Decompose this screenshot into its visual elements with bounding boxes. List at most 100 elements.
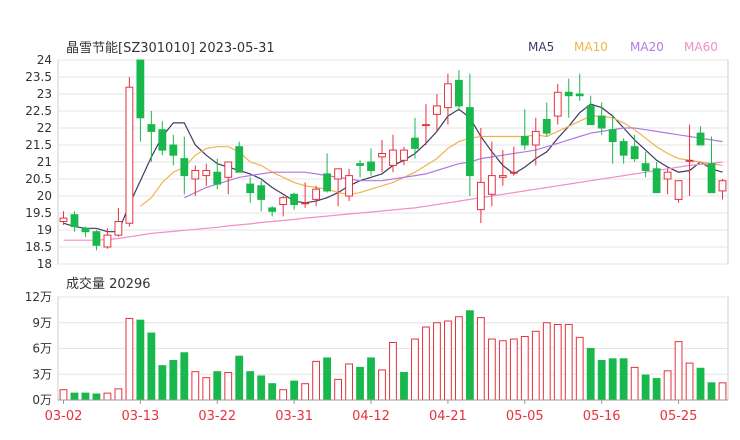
candle-body bbox=[707, 163, 716, 194]
candle-body bbox=[663, 171, 672, 180]
candle-body bbox=[422, 124, 430, 127]
candle bbox=[356, 160, 364, 178]
candle bbox=[444, 73, 452, 125]
candle-body bbox=[59, 217, 68, 223]
volume-tick-label: 6万 bbox=[32, 342, 52, 356]
chart-title: 晶雪节能[SZ301010] 2023-05-31 bbox=[66, 41, 275, 56]
candle bbox=[575, 73, 584, 101]
volume-bar bbox=[685, 362, 694, 401]
candle bbox=[476, 128, 485, 224]
candle-body bbox=[169, 144, 178, 156]
volume-bar bbox=[608, 358, 617, 401]
volume-bar bbox=[378, 369, 386, 401]
volume-bar bbox=[674, 341, 683, 401]
candle bbox=[136, 59, 145, 142]
candle bbox=[696, 126, 705, 146]
candle-body bbox=[136, 59, 145, 119]
candle-body bbox=[81, 227, 90, 233]
candle bbox=[630, 134, 639, 162]
volume-bar bbox=[125, 317, 134, 401]
volume-bar bbox=[323, 357, 332, 401]
volume-bar bbox=[433, 322, 441, 401]
candle bbox=[433, 94, 441, 132]
volume-bar bbox=[422, 326, 430, 401]
volume-bar bbox=[92, 393, 101, 401]
volume-bar bbox=[465, 310, 474, 401]
candle bbox=[312, 185, 321, 207]
candle bbox=[345, 168, 353, 202]
volume-bar bbox=[136, 319, 145, 401]
price-tick-label: 22.5 bbox=[25, 104, 52, 118]
candle-body bbox=[213, 171, 222, 185]
volume-tick-label: 0万 bbox=[32, 393, 52, 407]
volume-title: 成交量 20296 bbox=[66, 276, 151, 292]
volume-tick-label: 9万 bbox=[32, 316, 52, 330]
candle-body bbox=[498, 175, 507, 178]
candle bbox=[674, 180, 683, 203]
volume-bar bbox=[367, 357, 375, 401]
candle bbox=[268, 206, 277, 217]
candle bbox=[224, 161, 233, 195]
legend-item-ma60: MA60 bbox=[684, 40, 718, 54]
ma-line-ma60 bbox=[63, 161, 723, 241]
candle-body bbox=[125, 86, 134, 224]
candle bbox=[70, 211, 79, 232]
candle bbox=[564, 78, 573, 118]
candle bbox=[125, 77, 134, 227]
candle bbox=[323, 153, 332, 193]
candle-body bbox=[630, 146, 639, 160]
date-tick-label: 04-21 bbox=[429, 409, 467, 424]
candle-body bbox=[586, 105, 595, 126]
candle-body bbox=[608, 129, 617, 143]
volume-bar bbox=[158, 365, 167, 401]
volume-bar bbox=[564, 323, 573, 401]
volume-bar bbox=[169, 360, 178, 401]
volume-bar bbox=[454, 316, 463, 401]
price-tick-label: 23 bbox=[37, 87, 52, 101]
volume-bar bbox=[553, 323, 562, 401]
price-tick-label: 18 bbox=[37, 257, 52, 271]
candle-body bbox=[444, 83, 452, 109]
price-tick-label: 18.5 bbox=[25, 240, 52, 254]
candle-body bbox=[465, 107, 474, 177]
volume-bar bbox=[224, 372, 233, 401]
volume-bar bbox=[696, 367, 705, 401]
volume-bar bbox=[268, 383, 277, 401]
volume-bar bbox=[257, 375, 266, 401]
candle bbox=[641, 151, 650, 178]
candle-body bbox=[202, 170, 211, 177]
legend-item-ma5: MA5 bbox=[528, 40, 554, 54]
volume-tick-label: 3万 bbox=[32, 367, 52, 381]
date-tick-label: 05-25 bbox=[660, 409, 698, 424]
candle-body bbox=[224, 161, 233, 178]
candle bbox=[147, 111, 156, 162]
candle-body bbox=[334, 168, 342, 180]
date-tick-label: 05-05 bbox=[506, 409, 544, 424]
volume-bar bbox=[663, 370, 672, 401]
candle bbox=[169, 134, 178, 166]
candle-body bbox=[718, 180, 727, 192]
volume-bar bbox=[147, 332, 156, 401]
candle bbox=[454, 70, 463, 111]
price-tick-label: 23.5 bbox=[25, 70, 52, 84]
volume-bar bbox=[290, 380, 299, 401]
volume-bar bbox=[191, 371, 200, 401]
candle-body bbox=[279, 197, 288, 205]
volume-bar bbox=[235, 355, 244, 401]
volume-bar bbox=[520, 335, 529, 401]
candle-body bbox=[268, 207, 277, 212]
candle bbox=[246, 177, 255, 203]
volume-bar bbox=[509, 338, 518, 401]
volume-bar bbox=[575, 336, 584, 401]
candle-body bbox=[312, 188, 321, 200]
volume-bar bbox=[542, 322, 551, 401]
volume-bar bbox=[487, 338, 496, 401]
candle bbox=[235, 141, 244, 173]
candle-body bbox=[257, 185, 266, 200]
candle bbox=[202, 163, 211, 186]
volume-y-axis: 12万 9万 6万 3万 0万 bbox=[25, 290, 52, 407]
ma-line-ma10 bbox=[140, 115, 723, 207]
date-axis: 03-02 03-13 03-22 03-31 04-12 04-21 05-05 05-16… bbox=[45, 399, 728, 424]
volume-bar bbox=[70, 392, 79, 401]
volume-bar bbox=[619, 358, 628, 401]
